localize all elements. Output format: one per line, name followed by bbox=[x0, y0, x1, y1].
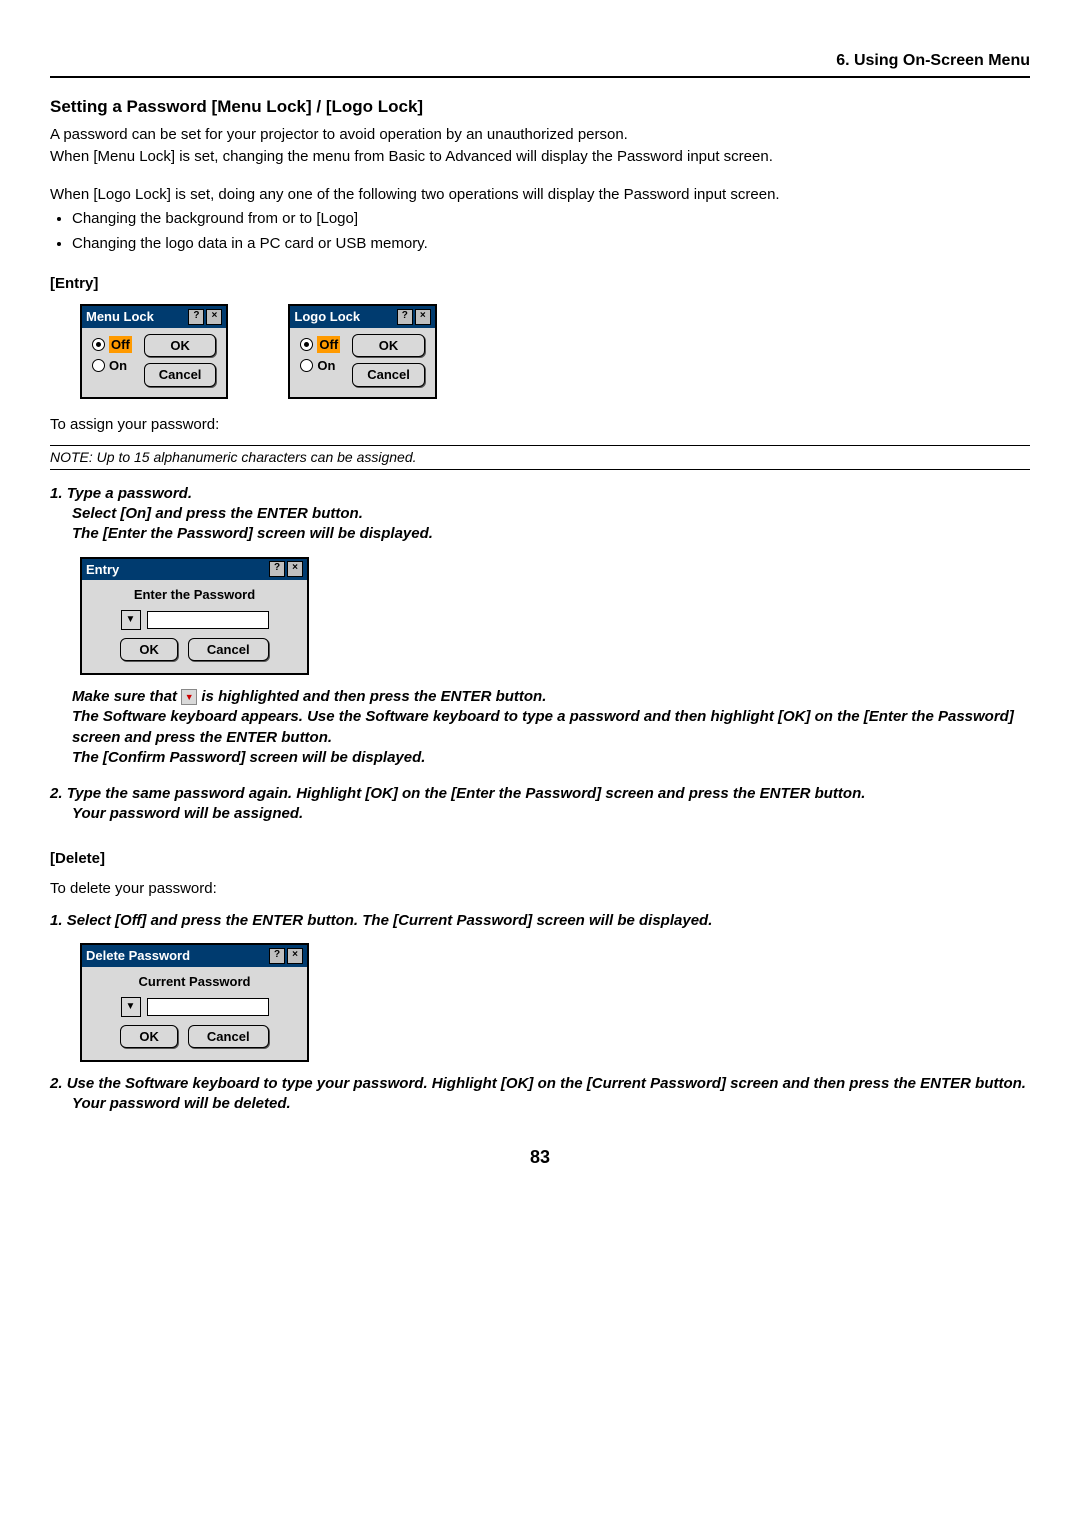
cancel-button[interactable]: Cancel bbox=[188, 1025, 269, 1049]
menu-lock-dialog: Menu Lock ? × Off On OK Cancel bbox=[80, 304, 228, 399]
delete-step1-num: 1. bbox=[50, 912, 63, 929]
enter-password-label: Enter the Password bbox=[92, 586, 297, 604]
bullet-2: Changing the logo data in a PC card or U… bbox=[72, 234, 1030, 254]
page-title: Setting a Password [Menu Lock] / [Logo L… bbox=[50, 96, 1030, 119]
menu-lock-off-radio[interactable]: Off bbox=[92, 336, 132, 354]
password-field[interactable] bbox=[147, 998, 269, 1016]
page-number: 83 bbox=[50, 1145, 1030, 1169]
ok-button[interactable]: OK bbox=[352, 334, 425, 358]
note: NOTE: Up to 15 alphanumeric characters c… bbox=[50, 445, 1030, 470]
keyboard-dropdown-icon[interactable]: ▼ bbox=[121, 610, 141, 630]
password-field[interactable] bbox=[147, 611, 269, 629]
intro-p2: When [Menu Lock] is set, changing the me… bbox=[50, 147, 1030, 167]
cancel-button[interactable]: Cancel bbox=[144, 363, 217, 387]
delete-step2a: Use the Software keyboard to type your p… bbox=[67, 1075, 1026, 1092]
logo-lock-title: Logo Lock bbox=[294, 308, 360, 326]
help-icon[interactable]: ? bbox=[188, 309, 204, 325]
delete-step1: Select [Off] and press the ENTER button.… bbox=[67, 912, 713, 929]
logo-lock-on-radio[interactable]: On bbox=[300, 357, 340, 375]
step1-f: The [Confirm Password] screen will be di… bbox=[72, 748, 1030, 768]
entry-heading: [Entry] bbox=[50, 274, 1030, 294]
off-label: Off bbox=[109, 336, 132, 354]
section-header: 6. Using On-Screen Menu bbox=[50, 50, 1030, 78]
keyboard-dropdown-icon[interactable]: ▼ bbox=[121, 997, 141, 1017]
step2-a: Type the same password again. Highlight … bbox=[67, 785, 866, 802]
ok-button[interactable]: OK bbox=[120, 1025, 178, 1049]
delete-password-dialog: Delete Password ? × Current Password ▼ O… bbox=[80, 943, 309, 1062]
help-icon[interactable]: ? bbox=[397, 309, 413, 325]
dropdown-icon: ▼ bbox=[181, 689, 197, 705]
step1-b: Select [On] and press the ENTER button. bbox=[72, 504, 1030, 524]
off-label: Off bbox=[317, 336, 340, 354]
entry-password-dialog: Entry ? × Enter the Password ▼ OK Cancel bbox=[80, 557, 309, 676]
close-icon[interactable]: × bbox=[287, 948, 303, 964]
step1d-pre: Make sure that bbox=[72, 688, 181, 705]
assign-text: To assign your password: bbox=[50, 415, 1030, 435]
step1-e: The Software keyboard appears. Use the S… bbox=[72, 707, 1030, 748]
intro-p1: A password can be set for your projector… bbox=[50, 125, 1030, 145]
ok-button[interactable]: OK bbox=[120, 638, 178, 662]
step1-num: 1. bbox=[50, 485, 63, 502]
intro-p3: When [Logo Lock] is set, doing any one o… bbox=[50, 185, 1030, 205]
step1-a: Type a password. bbox=[67, 485, 192, 502]
bullet-1: Changing the background from or to [Logo… bbox=[72, 209, 1030, 229]
delete-lead: To delete your password: bbox=[50, 879, 1030, 899]
delete-step2-num: 2. bbox=[50, 1075, 63, 1092]
delete-heading: [Delete] bbox=[50, 849, 1030, 869]
step1-c: The [Enter the Password] screen will be … bbox=[72, 524, 1030, 544]
menu-lock-on-radio[interactable]: On bbox=[92, 357, 132, 375]
on-label: On bbox=[109, 357, 127, 375]
delete-step2b: Your password will be deleted. bbox=[72, 1094, 1030, 1114]
help-icon[interactable]: ? bbox=[269, 561, 285, 577]
delete-dialog-title: Delete Password bbox=[86, 947, 190, 965]
step2-b: Your password will be assigned. bbox=[72, 804, 1030, 824]
ok-button[interactable]: OK bbox=[144, 334, 217, 358]
logo-lock-off-radio[interactable]: Off bbox=[300, 336, 340, 354]
menu-lock-title: Menu Lock bbox=[86, 308, 154, 326]
on-label: On bbox=[317, 357, 335, 375]
close-icon[interactable]: × bbox=[287, 561, 303, 577]
logo-lock-list: Changing the background from or to [Logo… bbox=[50, 209, 1030, 254]
help-icon[interactable]: ? bbox=[269, 948, 285, 964]
current-password-label: Current Password bbox=[92, 973, 297, 991]
cancel-button[interactable]: Cancel bbox=[188, 638, 269, 662]
close-icon[interactable]: × bbox=[415, 309, 431, 325]
cancel-button[interactable]: Cancel bbox=[352, 363, 425, 387]
step2-num: 2. bbox=[50, 785, 63, 802]
step1d-post: is highlighted and then press the ENTER … bbox=[201, 688, 546, 705]
step1-d: Make sure that ▼ is highlighted and then… bbox=[72, 687, 1030, 707]
entry-dialog-title: Entry bbox=[86, 561, 119, 579]
close-icon[interactable]: × bbox=[206, 309, 222, 325]
logo-lock-dialog: Logo Lock ? × Off On OK Cancel bbox=[288, 304, 436, 399]
